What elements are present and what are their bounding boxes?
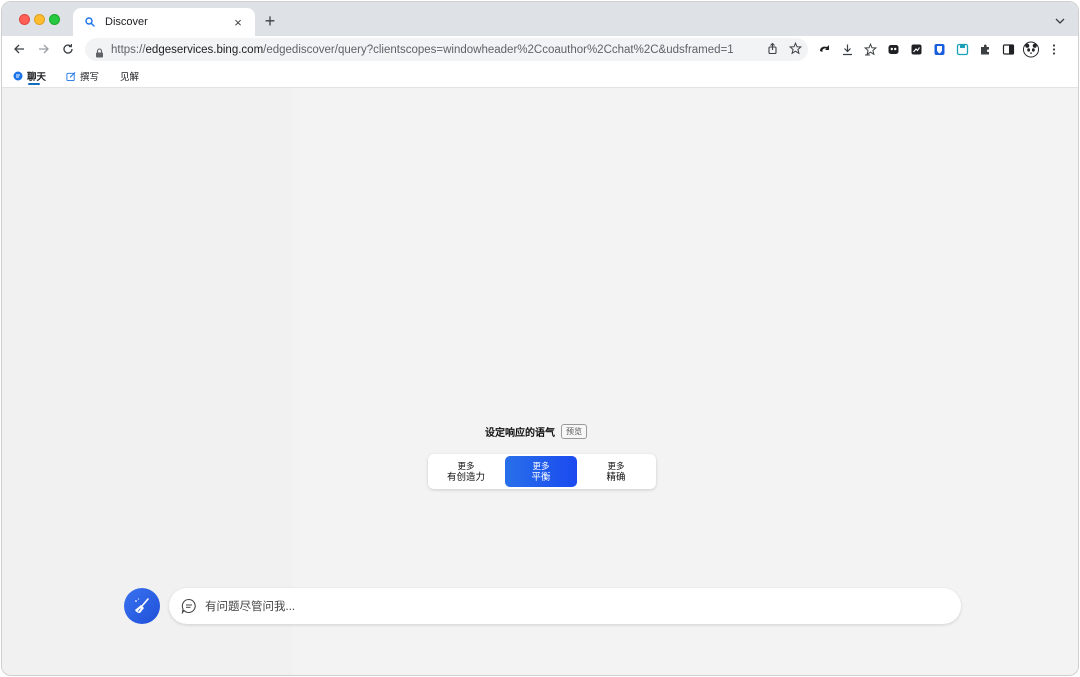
broom-icon	[135, 598, 149, 613]
save-floppy-icon[interactable]	[954, 41, 970, 57]
maximize-window-button[interactable]	[49, 14, 60, 25]
tone-precise-button[interactable]: 更多 精确	[580, 456, 652, 487]
bookmark-star-icon[interactable]	[788, 41, 803, 60]
extension-ghost-icon[interactable]	[885, 41, 901, 57]
address-bar[interactable]: https://edgeservices.bing.com/edgediscov…	[85, 38, 808, 61]
tab-chat[interactable]: 聊天	[13, 69, 46, 83]
share-icon[interactable]	[766, 42, 779, 60]
back-button[interactable]	[11, 41, 27, 57]
tone-creative-button[interactable]: 更多 有创造力	[430, 456, 502, 487]
download-icon[interactable]	[839, 41, 855, 57]
lock-icon[interactable]	[95, 45, 105, 57]
bitwarden-icon[interactable]	[931, 41, 947, 57]
reload-icon	[63, 43, 73, 54]
chat-input-placeholder: 有问题尽管问我...	[205, 601, 296, 613]
extension-image-icon[interactable]	[908, 41, 924, 57]
chat-bubble-outline-icon	[181, 598, 197, 614]
forward-button[interactable]	[36, 41, 52, 57]
chat-content-area: 设定响应的语气 预览 更多 有创造力 更多 平衡 更多 精确 有问题尽管问我..…	[2, 88, 1078, 675]
tab-discover[interactable]: Discover ×	[73, 8, 255, 36]
tab-close-button[interactable]: ×	[231, 15, 245, 30]
new-topic-button[interactable]	[124, 588, 160, 624]
url-text: https://edgeservices.bing.com/edgediscov…	[111, 43, 734, 56]
tab-title: Discover	[105, 16, 148, 28]
chat-bubble-icon	[13, 71, 23, 81]
close-window-button[interactable]	[19, 14, 30, 25]
arrow-right-icon	[39, 44, 49, 54]
preview-badge: 预览	[561, 424, 587, 439]
profile-avatar-icon[interactable]	[1023, 41, 1039, 57]
reading-list-star-icon[interactable]	[862, 41, 878, 57]
more-menu-icon[interactable]	[1046, 41, 1062, 57]
chat-input[interactable]: 有问题尽管问我...	[169, 588, 961, 624]
compose-pencil-icon	[66, 71, 76, 81]
tone-heading: 设定响应的语气 预览	[485, 424, 587, 439]
active-tab-indicator	[28, 83, 40, 85]
minimize-window-button[interactable]	[34, 14, 45, 25]
search-icon	[83, 15, 97, 29]
tab-bar: Discover × +	[2, 2, 1078, 36]
new-tab-button[interactable]: +	[261, 12, 279, 30]
browser-window: Discover × + https://edgeservices.bing.c…	[1, 1, 1079, 676]
extensions-puzzle-icon[interactable]	[977, 41, 993, 57]
reload-button[interactable]	[60, 41, 76, 57]
tab-insights[interactable]: 见解	[120, 69, 139, 83]
extension-hook-icon[interactable]	[816, 41, 832, 57]
extensions-row	[816, 41, 1062, 57]
tab-search-chevron-icon[interactable]	[1054, 14, 1066, 26]
tone-selector: 更多 有创造力 更多 平衡 更多 精确	[428, 454, 656, 489]
arrow-left-icon	[14, 44, 24, 54]
browser-toolbar: https://edgeservices.bing.com/edgediscov…	[2, 36, 1078, 63]
tab-compose[interactable]: 撰写	[66, 69, 99, 83]
app-navigation: 聊天 撰写 见解	[2, 63, 1078, 88]
side-panel-icon[interactable]	[1000, 41, 1016, 57]
tone-balanced-button[interactable]: 更多 平衡	[505, 456, 577, 487]
